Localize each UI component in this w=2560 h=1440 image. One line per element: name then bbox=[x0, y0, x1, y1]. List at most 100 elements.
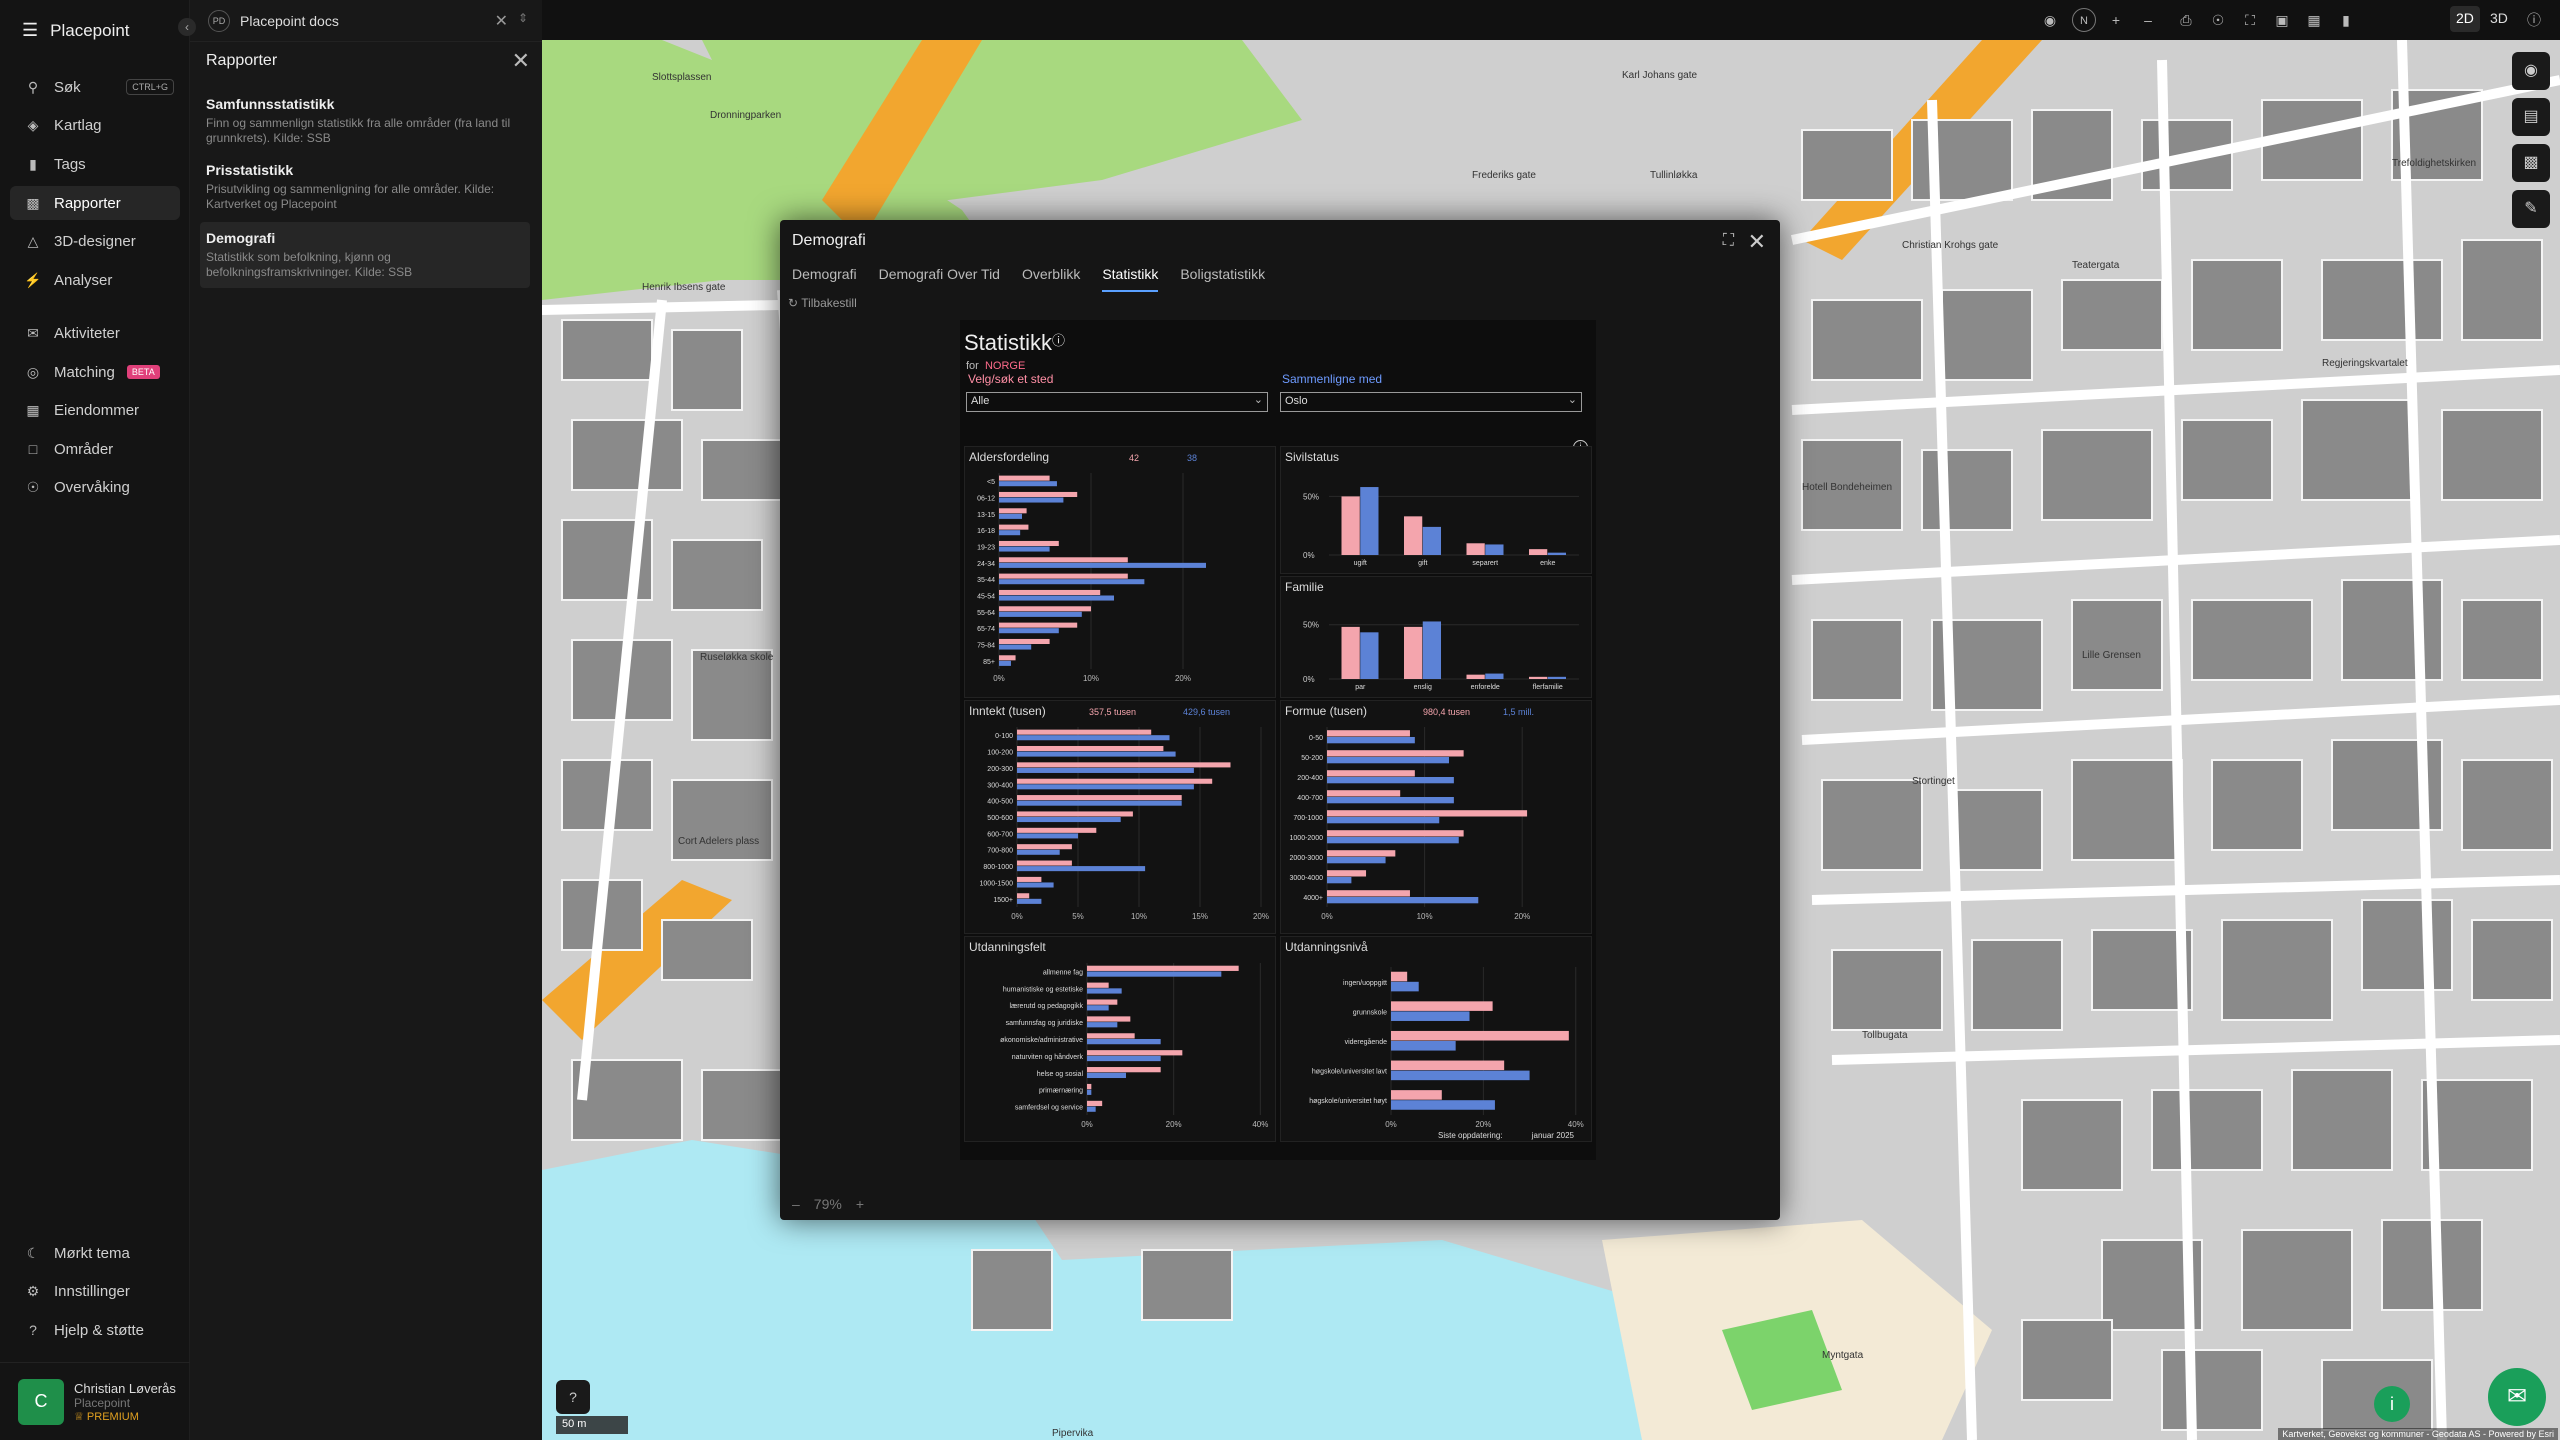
zoom-out-icon[interactable]: – bbox=[2136, 8, 2160, 32]
print-icon[interactable]: ⎙ bbox=[2174, 8, 2198, 32]
sidebar-item-settings[interactable]: ⚙ Innstillinger bbox=[10, 1274, 180, 1308]
sidebar-item-analyser[interactable]: ⚡ Analyser bbox=[10, 263, 180, 297]
category-label: videregående bbox=[1345, 1038, 1388, 1046]
category-label: lærerutd og pedagogikk bbox=[1009, 1003, 1083, 1010]
close-modal-icon[interactable]: ✕ bbox=[1748, 229, 1766, 255]
tab-demografi[interactable]: Demografi bbox=[792, 266, 857, 292]
sidebar-item-tags[interactable]: ▮ Tags bbox=[10, 147, 180, 181]
help-circle-icon[interactable]: ⓘ bbox=[1052, 333, 1065, 348]
chevron-updown-icon[interactable]: ⇕ bbox=[518, 11, 528, 25]
sidebar-item-search[interactable]: ⚲ Søk CTRL+G bbox=[10, 70, 180, 104]
sidebar-item-rapporter[interactable]: ▩ Rapporter bbox=[10, 186, 180, 220]
compare-select[interactable]: Oslo ⌄ bbox=[1280, 392, 1582, 412]
tick-label: 15% bbox=[1192, 912, 1208, 921]
bar bbox=[1327, 737, 1415, 744]
report-item-samfunnsstatistikk[interactable]: Samfunnsstatistikk Finn og sammenlign st… bbox=[200, 88, 530, 154]
street-label: Stortinget bbox=[1912, 776, 1955, 787]
report-item-prisstatistikk[interactable]: Prisstatistikk Prisutvikling og sammenli… bbox=[200, 154, 530, 220]
bar bbox=[1327, 890, 1410, 897]
eye-icon[interactable]: ☉ bbox=[2206, 8, 2230, 32]
statistics-report: Statistikkⓘ for NORGE Velg/søk et sted S… bbox=[960, 320, 1596, 1160]
view-2d-button[interactable]: 2D bbox=[2450, 6, 2480, 32]
sidebar-item-3d-designer[interactable]: △ 3D-designer bbox=[10, 224, 180, 258]
view-3d-button[interactable]: 3D bbox=[2484, 6, 2514, 32]
street-label: Ruseløkka skole bbox=[700, 652, 774, 663]
sidebar-item-kartlag[interactable]: ◈ Kartlag bbox=[10, 108, 180, 142]
close-icon[interactable]: ✕ bbox=[495, 11, 508, 31]
sidebar-item-eiendommer[interactable]: ▦ Eiendommer bbox=[10, 393, 180, 427]
sidebar-item-matching[interactable]: ◎ Matching BETA bbox=[10, 355, 180, 389]
bar bbox=[1087, 1039, 1161, 1045]
tab-demografi-over-tid[interactable]: Demografi Over Tid bbox=[879, 266, 1000, 292]
map-tool-chart-icon[interactable]: ▩ bbox=[2512, 144, 2550, 182]
report-item-demografi[interactable]: Demografi Statistikk som befolkning, kjø… bbox=[200, 222, 530, 288]
bar bbox=[1017, 784, 1194, 790]
category-label: humanistiske og estetiske bbox=[1003, 986, 1083, 993]
tab-overblikk[interactable]: Overblikk bbox=[1022, 266, 1080, 292]
zoom-in-icon[interactable]: + bbox=[2104, 8, 2128, 32]
legend-value-compare: 38 bbox=[1187, 453, 1198, 463]
camera-icon[interactable]: ▣ bbox=[2270, 8, 2294, 32]
sidebar-item-label: Innstillinger bbox=[54, 1282, 130, 1300]
map-info-button[interactable]: i bbox=[2374, 1386, 2410, 1422]
sidebar-item-aktiviteter[interactable]: ✉ Aktiviteter bbox=[10, 316, 180, 350]
chart-sivilstatus: Sivilstatus 50% 0% ugift gift separert enke bbox=[1280, 446, 1592, 574]
info-icon[interactable]: ⓘ bbox=[2522, 8, 2546, 32]
category-label: 300-400 bbox=[987, 782, 1013, 789]
sidebar-item-omrader[interactable]: □ Områder bbox=[10, 432, 180, 466]
tab-boligstatistikk[interactable]: Boligstatistikk bbox=[1180, 266, 1265, 292]
zoom-out-button[interactable]: – bbox=[792, 1196, 800, 1212]
expand-icon[interactable]: ⛶ bbox=[1723, 232, 1734, 250]
tab-statistikk[interactable]: Statistikk bbox=[1102, 266, 1159, 292]
bar bbox=[1391, 1011, 1470, 1021]
layers-toggle-icon[interactable]: ◉ bbox=[2038, 8, 2062, 32]
bar bbox=[1327, 750, 1464, 757]
compass-icon[interactable]: N bbox=[2072, 8, 2096, 32]
street-label: Tullinløkka bbox=[1650, 170, 1698, 181]
zoom-in-button[interactable]: + bbox=[856, 1196, 864, 1212]
bar bbox=[1547, 552, 1566, 555]
chart-svg: 0% 5% 10% 15% 20% 0-100 100-200 200-300 300-400 4… bbox=[980, 727, 1269, 921]
category-label: enforelde bbox=[1471, 684, 1500, 691]
bar bbox=[1087, 1016, 1131, 1022]
report-subtitle: for NORGE bbox=[966, 360, 1025, 372]
sidebar-item-dark-theme[interactable]: ☾ Mørkt tema bbox=[10, 1236, 180, 1270]
project-tab[interactable]: PD Placepoint docs ✕ ⇕ bbox=[190, 0, 542, 42]
reports-panel: PD Placepoint docs ✕ ⇕ Rapporter ✕ Samfu… bbox=[190, 0, 542, 1440]
chat-support-button[interactable]: ✉ bbox=[2488, 1368, 2546, 1426]
report-title-text: Statistikk bbox=[964, 330, 1053, 355]
chart-title: Sivilstatus bbox=[1285, 450, 1340, 464]
app-name: Placepoint bbox=[50, 20, 130, 40]
sidebar-item-overvaking[interactable]: ☉ Overvåking bbox=[10, 470, 180, 504]
sidebar-item-help[interactable]: ? Hjelp & støtte bbox=[10, 1313, 180, 1347]
category-label: flerfamilie bbox=[1533, 684, 1563, 691]
fullscreen-icon[interactable]: ⛶ bbox=[2238, 8, 2262, 32]
user-profile[interactable]: C Christian Løverås Placepoint ♕ PREMIUM bbox=[0, 1362, 190, 1440]
map-tool-satellite-icon[interactable]: ◉ bbox=[2512, 52, 2550, 90]
chart-utdanningsniva: Utdanningsnivå 0% 20% 40% ingen/uoppgitt gru… bbox=[1280, 936, 1592, 1142]
bar bbox=[999, 573, 1128, 579]
street-label: Hotell Bondeheimen bbox=[1802, 482, 1893, 493]
bolt-icon: ⚡ bbox=[24, 271, 42, 288]
grid-icon[interactable]: ▦ bbox=[2302, 8, 2326, 32]
sidebar-item-label: 3D-designer bbox=[54, 232, 136, 250]
street-label: Pipervika bbox=[1052, 1428, 1094, 1439]
chart-title: Aldersfordeling bbox=[969, 450, 1050, 464]
reset-button[interactable]: ↻ Tilbakestill bbox=[788, 296, 857, 310]
street-label: Regjeringskvartalet bbox=[2322, 358, 2408, 369]
bar bbox=[1327, 757, 1449, 764]
category-label: høgskole/universitet høyt bbox=[1309, 1098, 1387, 1105]
place-select[interactable]: Alle ⌄ bbox=[966, 392, 1268, 412]
help-map-button[interactable]: ? bbox=[556, 1380, 590, 1414]
bar bbox=[999, 589, 1101, 595]
street-label: Lille Grensen bbox=[2082, 650, 2141, 661]
chevron-left-icon[interactable]: ‹ bbox=[178, 18, 196, 36]
close-panel-icon[interactable]: ✕ bbox=[512, 48, 530, 74]
map-tool-draw-icon[interactable]: ✎ bbox=[2512, 190, 2550, 228]
chart-inntekt: Inntekt (tusen) 357,5 tusen 429,6 tusen … bbox=[964, 700, 1276, 934]
sidebar-item-label: Mørkt tema bbox=[54, 1244, 130, 1262]
bookmark-icon[interactable]: ▮ bbox=[2334, 8, 2358, 32]
map-tool-ruler-icon[interactable]: ▤ bbox=[2512, 98, 2550, 136]
brand[interactable]: ☰ Placepoint bbox=[22, 20, 130, 41]
bar bbox=[1017, 795, 1182, 801]
